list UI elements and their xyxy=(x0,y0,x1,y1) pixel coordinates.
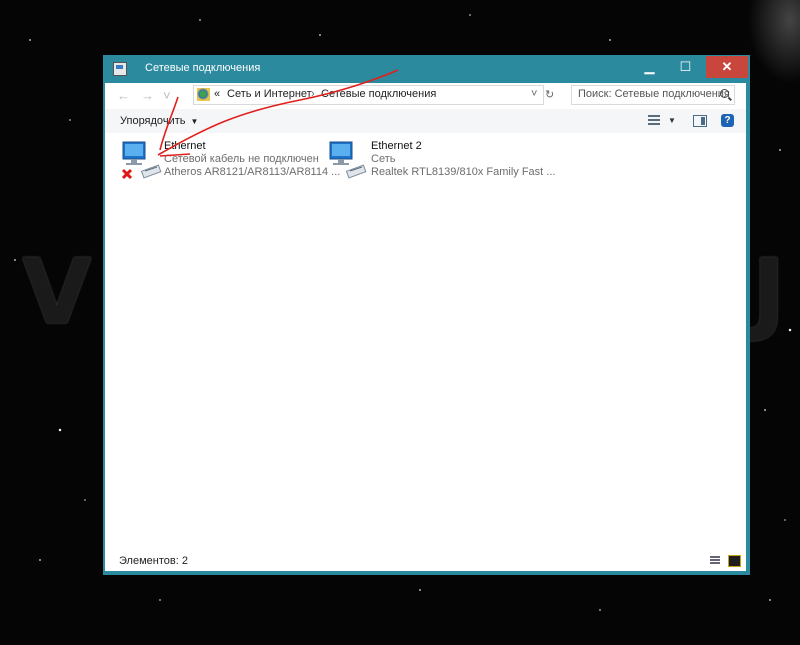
window-icon xyxy=(113,62,127,76)
large-icons-view-icon[interactable] xyxy=(728,555,741,567)
address-row: ← → ˅ « Сеть и Интернет › Сетевые подклю… xyxy=(105,83,746,109)
preview-pane-icon[interactable] xyxy=(693,115,707,127)
help-icon[interactable]: ? xyxy=(721,114,734,127)
connection-name: Ethernet 2 xyxy=(371,140,422,152)
connection-adapter: Atheros AR8121/AR8113/AR8114 ... xyxy=(164,166,341,178)
organize-button[interactable]: Упорядочить ▼ xyxy=(120,115,198,127)
address-bar[interactable]: « Сеть и Интернет › Сетевые подключения … xyxy=(193,85,544,105)
maximize-button[interactable]: ☐ xyxy=(669,56,702,78)
minimize-button[interactable]: ▁ xyxy=(633,56,666,78)
connection-name: Ethernet xyxy=(164,140,206,152)
connection-item-ethernet-2[interactable]: Ethernet 2 Сеть Realtek RTL8139/810x Fam… xyxy=(327,138,555,182)
connection-status: Сетевой кабель не подключен xyxy=(164,153,319,165)
network-control-panel-icon xyxy=(197,88,210,101)
change-view-icon[interactable] xyxy=(648,115,660,126)
close-button[interactable]: ✕ xyxy=(706,56,748,78)
connection-item-ethernet[interactable]: Ethernet Сетевой кабель не подключен Ath… xyxy=(120,138,340,182)
title-bar[interactable]: Сетевые подключения ▁ ☐ ✕ xyxy=(103,55,750,83)
back-button[interactable]: ← xyxy=(117,88,130,103)
chevron-down-icon: ▼ xyxy=(190,117,199,126)
recent-locations-button[interactable]: ˅ xyxy=(163,88,171,103)
wallpaper-logo-fragment: V xyxy=(22,240,92,345)
command-bar: Упорядочить ▼ ▼ ? xyxy=(105,109,746,133)
connection-adapter: Realtek RTL8139/810x Family Fast ... xyxy=(371,166,556,178)
window-title: Сетевые подключения xyxy=(145,62,261,74)
network-adapter-icon xyxy=(121,141,162,180)
connection-status: Сеть xyxy=(371,153,396,165)
network-connections-window: Сетевые подключения ▁ ☐ ✕ ← → ˅ « Сеть и… xyxy=(103,55,750,575)
wallpaper-logo-fragment: J xyxy=(752,240,786,345)
refresh-icon[interactable]: ↻ xyxy=(545,88,554,101)
window-content: ← → ˅ « Сеть и Интернет › Сетевые подклю… xyxy=(105,83,746,571)
organize-label: Упорядочить xyxy=(120,115,186,127)
item-count: Элементов: 2 xyxy=(119,555,188,567)
status-bar: Элементов: 2 xyxy=(105,551,746,571)
breadcrumb-overflow[interactable]: « xyxy=(214,88,220,100)
search-input[interactable]: Поиск: Сетевые подключения xyxy=(571,85,735,105)
network-adapter-icon xyxy=(329,141,367,179)
breadcrumb-network-connections[interactable]: Сетевые подключения xyxy=(321,88,436,100)
breadcrumb-separator[interactable]: › xyxy=(311,88,315,100)
search-placeholder: Поиск: Сетевые подключения xyxy=(578,88,730,100)
forward-button[interactable]: → xyxy=(141,88,154,103)
search-icon[interactable] xyxy=(720,89,729,98)
breadcrumb-network-internet[interactable]: Сеть и Интернет xyxy=(227,88,312,100)
details-view-icon[interactable] xyxy=(710,556,720,565)
view-options-dropdown[interactable]: ▼ xyxy=(668,116,676,125)
address-dropdown-icon[interactable]: ˅ xyxy=(531,88,537,100)
